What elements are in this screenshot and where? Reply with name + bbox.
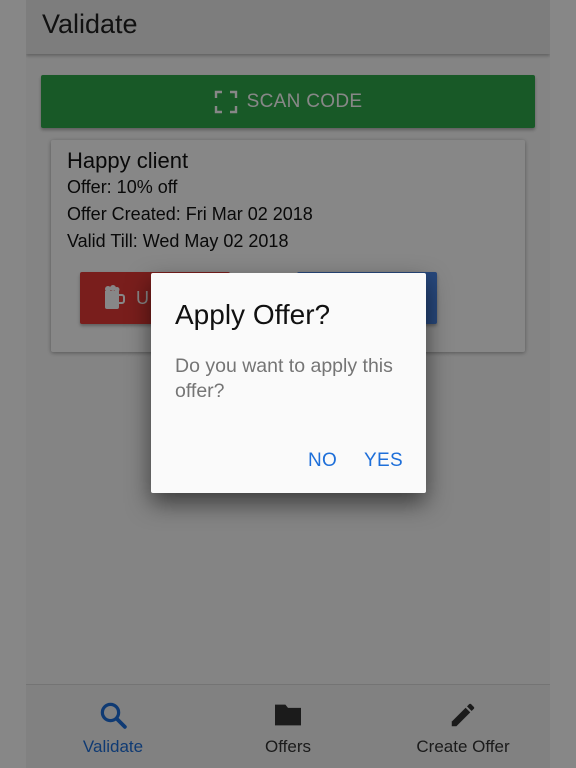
dialog-message: Do you want to apply this offer? (175, 355, 393, 402)
dialog-title: Apply Offer? (175, 299, 331, 330)
apply-offer-dialog: Apply Offer? Do you want to apply this o… (151, 273, 426, 493)
dialog-yes-button[interactable]: YES (364, 450, 403, 472)
dialog-no-button[interactable]: NO (308, 450, 337, 472)
